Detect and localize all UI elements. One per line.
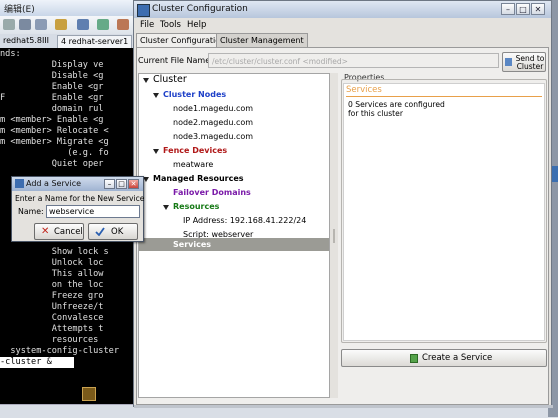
horizontal-scrollbar[interactable] (134, 405, 553, 408)
create-service-label: Create a Service (422, 353, 493, 363)
tab-cluster-management[interactable]: Cluster Management (216, 33, 308, 47)
tree-selection (139, 238, 329, 251)
send-to-cluster-button[interactable]: Send to Cluster (502, 52, 546, 72)
host-toolbar (0, 16, 140, 35)
window-title: Cluster Configuration (152, 4, 248, 14)
properties-title: Services (346, 85, 382, 95)
ok-button[interactable]: OK (88, 223, 138, 240)
terminal-line: Unlock loc (0, 258, 104, 268)
tree-node[interactable]: node1.magedu.com (173, 104, 253, 114)
tab-bar: Cluster Configuration Cluster Management (136, 33, 550, 48)
add-service-dialog: Add a Service – □ ✕ Enter a Name for the… (11, 176, 144, 242)
cluster-tree[interactable]: Cluster Cluster Nodes node1.magedu.com n… (138, 73, 330, 398)
document-icon (410, 354, 418, 363)
terminal-line: (e.g. fo (0, 148, 109, 158)
file-name-label: Current File Name: (138, 56, 213, 65)
cancel-icon: ✕ (41, 226, 50, 237)
menu-help[interactable]: Help (187, 20, 206, 30)
properties-panel: Services 0 Services are configured for t… (343, 83, 545, 341)
minimize-icon[interactable]: – (104, 179, 115, 189)
cancel-label: Cancel (54, 227, 83, 237)
terminal-line: system-config-cluster (0, 346, 119, 356)
close-icon[interactable]: ✕ (531, 3, 545, 15)
terminal-line: Freeze gro (0, 291, 104, 301)
back-icon[interactable] (3, 19, 15, 30)
dialog-title: Add a Service (26, 179, 82, 188)
tree-cluster-nodes[interactable]: Cluster Nodes (163, 90, 226, 100)
host-tab-2[interactable]: 4 redhat-server1 (57, 35, 133, 49)
terminal-line: -cluster & (0, 357, 52, 367)
expand-arrow-icon[interactable] (143, 78, 149, 83)
terminal-line: Show lock s (0, 247, 109, 257)
send-icon (505, 58, 512, 66)
file-name-field: /etc/cluster/cluster.conf <modified> (208, 53, 499, 68)
tree-fence-device[interactable]: meatware (173, 160, 213, 170)
properties-text-line: for this cluster (348, 109, 403, 118)
tree-root-cluster[interactable]: Cluster (153, 75, 187, 85)
service-name-input[interactable]: webservice (46, 205, 140, 218)
expand-arrow-icon[interactable] (153, 93, 159, 98)
terminal-line: resources (0, 335, 99, 345)
tree-services[interactable]: Services (173, 240, 211, 250)
expand-arrow-icon[interactable] (153, 149, 159, 154)
terminal-line: nds: (0, 49, 21, 59)
tree-node[interactable]: node2.magedu.com (173, 118, 253, 128)
terminal-line: Unfreeze/t (0, 302, 104, 312)
tree-resource[interactable]: IP Address: 192.168.41.222/24 (183, 216, 306, 226)
terminal-line: F Enable <gr (0, 93, 104, 103)
cluster-config-window: Cluster Configuration – □ ✕ File Tools H… (133, 0, 553, 408)
host-tab-bar: redhat5.8III 4 redhat-server1 (0, 34, 140, 49)
terminal-line: Disable <g (0, 71, 104, 81)
tree-node[interactable]: node3.magedu.com (173, 132, 253, 142)
terminal-line: m <member> Migrate <g (0, 137, 109, 147)
window-title-bar[interactable]: Cluster Configuration – □ ✕ (134, 1, 551, 18)
terminal-line: Attempts t (0, 324, 104, 334)
host-tab-1[interactable]: redhat5.8III (0, 35, 52, 47)
app-icon (137, 4, 150, 17)
terminal-line: Display ve (0, 60, 104, 70)
menu-bar: File Tools Help (134, 18, 551, 32)
dialog-title-bar[interactable]: Add a Service – □ ✕ (12, 177, 143, 191)
close-icon[interactable]: ✕ (128, 179, 139, 189)
terminal-line: Quiet oper (0, 159, 104, 169)
maximize-icon[interactable]: □ (116, 179, 127, 189)
taskbar-app-icon[interactable] (82, 387, 96, 401)
folder-icon[interactable] (55, 19, 67, 30)
send-to-cluster-label: Send to Cluster (515, 54, 545, 71)
cancel-button[interactable]: ✕ Cancel (34, 223, 84, 240)
menu-file[interactable]: File (140, 20, 154, 30)
printer-icon[interactable] (35, 19, 47, 30)
tree-resources[interactable]: Resources (173, 202, 219, 212)
settings-icon[interactable] (117, 19, 129, 30)
maximize-icon[interactable]: □ (516, 3, 530, 15)
expand-arrow-icon[interactable] (163, 205, 169, 210)
ok-check-icon (95, 227, 105, 236)
properties-text-line: 0 Services are configured (348, 100, 445, 109)
properties-text: 0 Services are configured for this clust… (348, 100, 445, 118)
ok-label: OK (111, 227, 124, 237)
tree-fence-devices[interactable]: Fence Devices (163, 146, 227, 156)
tree-failover-domains[interactable]: Failover Domains (173, 188, 251, 198)
terminal-line: m <member> Enable <g (0, 115, 104, 125)
dialog-app-icon (15, 179, 24, 188)
menu-tools[interactable]: Tools (160, 20, 181, 30)
search-icon[interactable] (19, 19, 31, 30)
globe-icon[interactable] (77, 19, 89, 30)
properties-divider (346, 96, 542, 97)
terminal-line: This allow (0, 269, 104, 279)
dialog-prompt: Enter a Name for the New Service (15, 194, 145, 203)
terminal-line: m <member> Relocate < (0, 126, 109, 136)
terminal-line: Enable <gr (0, 82, 104, 92)
splitter-grip[interactable] (333, 229, 335, 243)
minimize-icon[interactable]: – (501, 3, 515, 15)
host-title: 编辑(E) (4, 5, 35, 15)
name-label: Name: (18, 207, 44, 216)
terminal-line: domain rul (0, 104, 104, 114)
terminal-line: on the loc (0, 280, 104, 290)
tools-icon[interactable] (97, 19, 109, 30)
terminal-line: Convalesce (0, 313, 104, 323)
create-service-button[interactable]: Create a Service (341, 349, 547, 367)
tree-managed-resources[interactable]: Managed Resources (153, 174, 244, 184)
